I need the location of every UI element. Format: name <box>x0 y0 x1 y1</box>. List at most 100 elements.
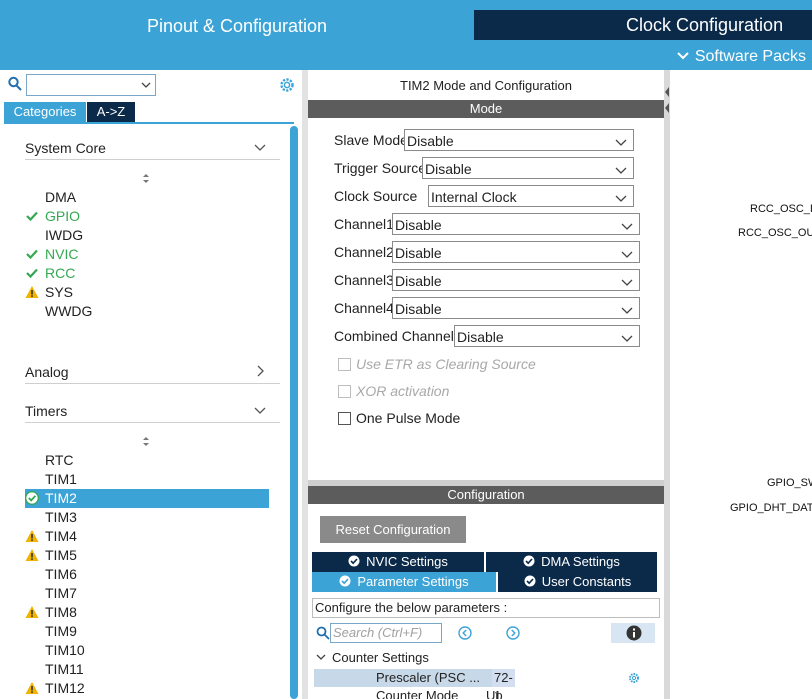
chevron-down-icon <box>316 650 326 660</box>
peripheral-item-tim3[interactable]: TIM3 <box>25 508 269 527</box>
channel4-label: Channel4 <box>334 300 394 316</box>
prescaler-value[interactable]: 72-1 <box>492 669 515 699</box>
info-icon <box>626 625 642 641</box>
category-search-combo[interactable] <box>26 74 156 96</box>
section-timers[interactable]: Timers <box>25 399 280 423</box>
peripheral-item-nvic[interactable]: NVIC <box>25 245 269 264</box>
mode-configuration-panel: TIM2 Mode and Configuration Mode Slave M… <box>308 70 664 699</box>
prescaler-row[interactable]: Prescaler (PSC ... 72-1 <box>314 669 515 699</box>
one-pulse-mode-label: One Pulse Mode <box>356 410 461 426</box>
peripheral-label: TIM5 <box>45 547 77 563</box>
check-circle-icon <box>524 573 536 587</box>
peripheral-item-wwdg[interactable]: WWDG <box>25 302 269 321</box>
tab-categories[interactable]: Categories <box>4 102 86 122</box>
warning-icon <box>25 529 39 543</box>
prescaler-label: Prescaler (PSC ... <box>376 670 481 685</box>
trigger-source-value: Disable <box>425 161 472 177</box>
pin-label[interactable]: RCC_OSC_OUT <box>738 227 812 239</box>
peripheral-item-tim10[interactable]: TIM10 <box>25 641 269 660</box>
software-packs-label: Software Packs <box>694 48 806 65</box>
channel1-label: Channel1 <box>334 216 394 232</box>
chevron-right-icon <box>254 364 266 377</box>
peripheral-label: GPIO <box>45 208 81 224</box>
pin-label[interactable]: RCC_OSC_IN <box>750 203 812 215</box>
sort-icon[interactable] <box>140 435 152 447</box>
peripheral-label: TIM2 <box>45 490 77 506</box>
peripheral-item-rtc[interactable]: RTC <box>25 451 269 470</box>
section-system-core[interactable]: System Core <box>25 136 280 160</box>
combined-channels-label: Combined Channels <box>334 328 461 344</box>
counter-mode-value[interactable]: Up <box>486 689 503 699</box>
pin-label[interactable]: GPIO_SW <box>767 477 812 489</box>
parameter-search-input[interactable]: Search (Ctrl+F) <box>330 623 442 643</box>
peripheral-label: TIM9 <box>45 623 77 639</box>
tab-clock-configuration[interactable]: Clock Configuration <box>474 10 812 40</box>
slave-mode-select[interactable]: Disable <box>404 129 634 151</box>
categories-panel: Categories A->Z System Core DMA GPIO IWDG N… <box>0 70 302 699</box>
tab-label: Parameter Settings <box>357 574 469 589</box>
tab-nvic-settings[interactable]: NVIC Settings <box>312 552 484 572</box>
peripheral-item-tim5[interactable]: TIM5 <box>25 546 269 565</box>
counter-mode-label: Counter Mode <box>376 689 459 699</box>
channel3-select[interactable]: Disable <box>392 269 640 291</box>
peripheral-item-tim6[interactable]: TIM6 <box>25 565 269 584</box>
warning-icon <box>25 681 39 695</box>
peripheral-label: RCC <box>45 265 76 281</box>
peripheral-item-tim9[interactable]: TIM9 <box>25 622 269 641</box>
pin-label[interactable]: GPIO_DHT_DATA <box>730 502 812 514</box>
peripheral-item-iwdg[interactable]: IWDG <box>25 226 269 245</box>
channel1-select[interactable]: Disable <box>392 213 640 235</box>
tab-parameter-settings[interactable]: Parameter Settings <box>312 572 496 592</box>
chevron-down-icon <box>621 275 633 287</box>
peripheral-item-dma[interactable]: DMA <box>25 188 269 207</box>
clock-source-select[interactable]: Internal Clock <box>428 185 634 207</box>
channel2-select[interactable]: Disable <box>392 241 640 263</box>
channel2-label: Channel2 <box>334 244 394 260</box>
left-search-row <box>8 74 298 96</box>
next-match-icon[interactable] <box>506 626 520 640</box>
slave-mode-value: Disable <box>407 133 454 149</box>
xor-activation-checkbox[interactable] <box>338 385 351 398</box>
use-etr-checkbox[interactable] <box>338 358 351 371</box>
left-scrollbar[interactable] <box>290 126 298 699</box>
peripheral-item-gpio[interactable]: GPIO <box>25 207 269 226</box>
pinout-view[interactable]: RCC_OSC_IN RCC_OSC_OUT GPIO_SW GPIO_DHT_… <box>670 70 812 699</box>
peripheral-item-tim12[interactable]: TIM12 <box>25 679 269 698</box>
combined-channels-select[interactable]: Disable <box>454 325 640 347</box>
xor-activation-label: XOR activation <box>356 383 450 399</box>
gear-icon[interactable] <box>628 672 640 684</box>
peripheral-item-tim11[interactable]: TIM11 <box>25 660 269 679</box>
tab-a-to-z[interactable]: A->Z <box>87 102 135 122</box>
gear-icon[interactable] <box>278 76 296 94</box>
trigger-source-select[interactable]: Disable <box>422 157 634 179</box>
channel2-value: Disable <box>395 245 442 261</box>
counter-settings-label: Counter Settings <box>332 650 429 665</box>
peripheral-item-sys[interactable]: SYS <box>25 283 269 302</box>
tab-dma-settings[interactable]: DMA Settings <box>486 552 657 572</box>
info-button[interactable] <box>611 623 655 643</box>
peripheral-item-tim7[interactable]: TIM7 <box>25 584 269 603</box>
chevron-down-icon[interactable] <box>141 78 151 92</box>
search-icon <box>8 76 22 92</box>
peripheral-label: TIM7 <box>45 585 77 601</box>
peripheral-item-tim8[interactable]: TIM8 <box>25 603 269 622</box>
previous-match-icon[interactable] <box>458 626 472 640</box>
peripheral-item-tim4[interactable]: TIM4 <box>25 527 269 546</box>
tab-pinout-configuration[interactable]: Pinout & Configuration <box>0 10 474 42</box>
counter-settings-group[interactable]: Counter Settings <box>316 650 429 665</box>
reset-configuration-button[interactable]: Reset Configuration <box>320 516 466 543</box>
peripheral-item-rcc[interactable]: RCC <box>25 264 269 283</box>
channel4-select[interactable]: Disable <box>392 297 640 319</box>
peripheral-item-tim1[interactable]: TIM1 <box>25 470 269 489</box>
mode-header: Mode <box>308 100 664 118</box>
warning-icon <box>25 605 39 619</box>
software-packs-menu[interactable]: Software Packs <box>677 42 806 70</box>
peripheral-item-tim2[interactable]: TIM2 <box>25 489 269 508</box>
tab-user-constants[interactable]: User Constants <box>498 572 657 592</box>
one-pulse-mode-checkbox[interactable] <box>338 412 351 425</box>
check-icon <box>25 247 39 261</box>
sort-icon[interactable] <box>140 172 152 184</box>
section-analog[interactable]: Analog <box>25 360 280 384</box>
configuration-header: Configuration <box>308 486 664 504</box>
slave-mode-label: Slave Mode <box>334 132 408 148</box>
